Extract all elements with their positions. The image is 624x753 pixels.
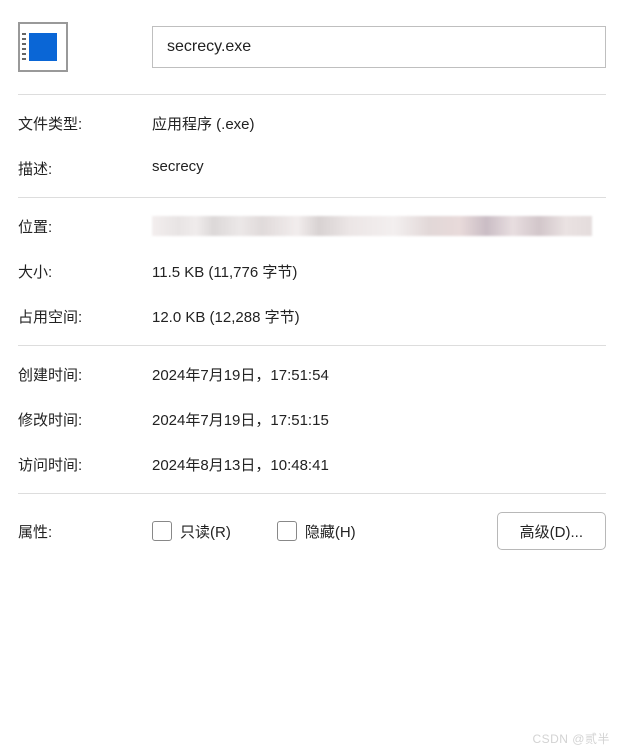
size-section: 位置: 大小: 11.5 KB (11,776 字节) 占用空间: 12.0 K… [18,216,606,327]
divider [18,94,606,95]
description-value: secrecy [152,158,606,175]
file-type-section: 文件类型: 应用程序 (.exe) 描述: secrecy [18,113,606,179]
modified-value: 2024年7月19日，17:51:15 [152,409,606,430]
attributes-label: 属性: [18,521,152,542]
accessed-label: 访问时间: [18,454,152,475]
disk-size-label: 占用空间: [18,306,152,327]
created-value: 2024年7月19日，17:51:54 [152,364,606,385]
modified-label: 修改时间: [18,409,152,430]
file-type-label: 文件类型: [18,113,152,134]
file-type-value: 应用程序 (.exe) [152,113,606,134]
attributes-row: 属性: 只读(R) 隐藏(H) 高级(D)... [18,512,606,550]
filename-input[interactable] [152,26,606,68]
readonly-checkbox-group: 只读(R) [152,521,231,542]
hidden-checkbox-label: 隐藏(H) [305,521,356,542]
application-icon [18,22,68,72]
divider [18,493,606,494]
location-label: 位置: [18,216,152,237]
location-value-redacted [152,216,592,236]
timestamps-section: 创建时间: 2024年7月19日，17:51:54 修改时间: 2024年7月1… [18,364,606,475]
accessed-value: 2024年8月13日，10:48:41 [152,454,606,475]
disk-size-value: 12.0 KB (12,288 字节) [152,306,606,327]
advanced-button[interactable]: 高级(D)... [497,512,606,550]
size-value: 11.5 KB (11,776 字节) [152,261,606,282]
description-label: 描述: [18,158,152,179]
size-label: 大小: [18,261,152,282]
hidden-checkbox[interactable] [277,521,297,541]
divider [18,345,606,346]
divider [18,197,606,198]
watermark: CSDN @贰半 [532,730,610,747]
hidden-checkbox-group: 隐藏(H) [277,521,356,542]
created-label: 创建时间: [18,364,152,385]
header-row [18,22,606,72]
readonly-checkbox[interactable] [152,521,172,541]
readonly-checkbox-label: 只读(R) [180,521,231,542]
